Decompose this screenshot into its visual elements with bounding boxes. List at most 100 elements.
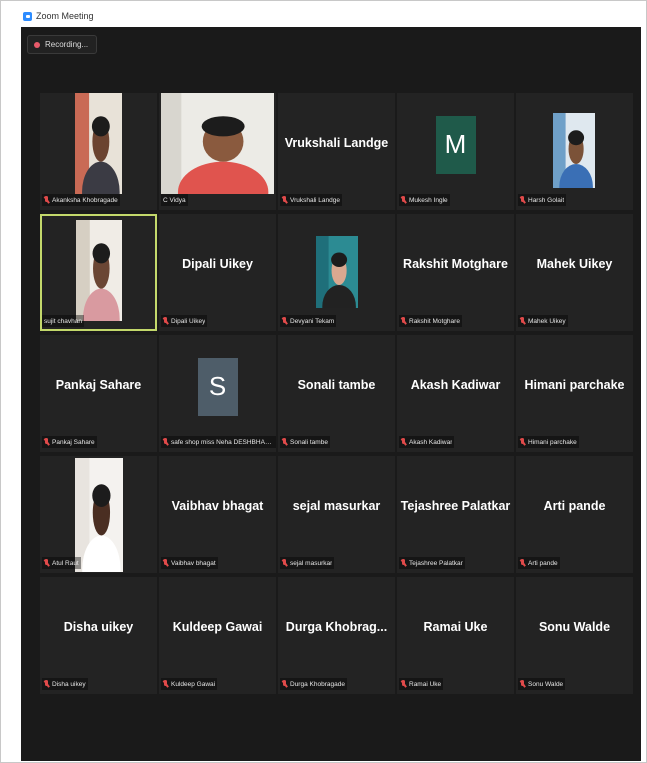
muted-mic-icon <box>520 680 526 688</box>
participant-name: sejal masurkar <box>290 559 333 567</box>
participant-name: safe shop miss Neha DESHBHART... <box>171 438 276 446</box>
muted-mic-icon <box>282 559 288 567</box>
muted-mic-icon <box>163 680 169 688</box>
participant-name: Pankaj Sahare <box>52 438 95 446</box>
participant-name-label: Durga Khobragade <box>280 678 347 690</box>
participant-tile[interactable]: Arti pande Arti pande <box>516 456 633 573</box>
participant-display-name: Himani parchake <box>524 377 625 392</box>
zoom-app-icon <box>23 11 32 21</box>
participant-video <box>75 93 122 194</box>
participant-tile[interactable]: Kuldeep Gawai Kuldeep Gawai <box>159 577 276 694</box>
participant-display-name: Vrukshali Landge <box>284 135 389 150</box>
participant-display-name: Akash Kadiwar <box>410 377 501 392</box>
participant-name: Durga Khobragade <box>290 680 345 688</box>
participant-display-name: Rakshit Motghare <box>403 256 508 271</box>
participant-display-name: Disha uikey <box>63 619 134 634</box>
muted-mic-icon <box>44 559 50 567</box>
participant-name-label: Rakshit Motghare <box>399 315 462 327</box>
participant-tile[interactable]: Akash Kadiwar Akash Kadiwar <box>397 335 514 452</box>
participant-tile[interactable]: Vaibhav bhagat Vaibhav bhagat <box>159 456 276 573</box>
participant-name-label: Akanksha Khobragade <box>42 194 120 206</box>
participant-name-label: safe shop miss Neha DESHBHART... <box>161 436 276 448</box>
participant-display-name: Kuldeep Gawai <box>172 619 263 634</box>
participant-display-name: Tejashree Palatkar <box>400 498 511 513</box>
participant-tile[interactable]: M Mukesh Ingle <box>397 93 514 210</box>
participant-name: Vrukshali Landge <box>290 196 340 204</box>
participant-name: Mahek Uikey <box>528 317 566 325</box>
participant-display-name: Sonu Walde <box>538 619 611 634</box>
participant-tile[interactable]: sujit chavhan <box>40 214 157 331</box>
participant-tile[interactable]: C Vidya <box>159 93 276 210</box>
participant-tile[interactable]: Pankaj Sahare Pankaj Sahare <box>40 335 157 452</box>
participant-name-label: Atul Raut <box>42 557 81 569</box>
participant-display-name: Pankaj Sahare <box>55 377 142 392</box>
participant-name: Rakshit Motghare <box>409 317 460 325</box>
participant-name: Disha uikey <box>52 680 86 688</box>
recording-label: Recording... <box>45 40 89 49</box>
participant-tile[interactable]: Sonali tambe Sonali tambe <box>278 335 395 452</box>
participant-tile[interactable]: Ssafe shop miss Neha DESHBHART... <box>159 335 276 452</box>
muted-mic-icon <box>282 317 288 325</box>
participant-tile[interactable]: Sonu Walde Sonu Walde <box>516 577 633 694</box>
participant-display-name: Vaibhav bhagat <box>171 498 264 513</box>
meeting-window: Recording... Akanksha Khobragade C Vidya V… <box>21 27 641 761</box>
participant-name-label: Dipali Uikey <box>161 315 208 327</box>
participant-name-label: Pankaj Sahare <box>42 436 97 448</box>
record-icon <box>34 41 40 48</box>
participant-name: Kuldeep Gawai <box>171 680 216 688</box>
participant-tile[interactable]: Ramai Uke Ramai Uke <box>397 577 514 694</box>
participant-tile[interactable]: sejal masurkar sejal masurkar <box>278 456 395 573</box>
participant-tile[interactable]: Atul Raut <box>40 456 157 573</box>
participant-name: Devyani Tekam <box>290 317 335 325</box>
muted-mic-icon <box>282 680 288 688</box>
participant-name: Mukesh Ingle <box>409 196 448 204</box>
participant-tile[interactable]: Akanksha Khobragade <box>40 93 157 210</box>
participant-name: Vaibhav bhagat <box>171 559 216 567</box>
participant-photo <box>316 236 358 308</box>
participant-display-name: Arti pande <box>543 498 606 513</box>
participant-tile[interactable]: Vrukshali Landge Vrukshali Landge <box>278 93 395 210</box>
muted-mic-icon <box>44 438 50 446</box>
participant-name-label: Tejashree Palatkar <box>399 557 465 569</box>
participant-name: Ramai Uke <box>409 680 442 688</box>
muted-mic-icon <box>401 680 407 688</box>
participant-name: Sonu Walde <box>528 680 564 688</box>
participant-name-label: Sonali tambe <box>280 436 330 448</box>
participant-tile[interactable]: Rakshit Motghare Rakshit Motghare <box>397 214 514 331</box>
participant-tile[interactable]: Disha uikey Disha uikey <box>40 577 157 694</box>
participant-name-label: sujit chavhan <box>42 315 84 327</box>
participant-name-label: C Vidya <box>161 194 188 206</box>
participant-name-label: Arti pande <box>518 557 560 569</box>
participant-tile[interactable]: Durga Khobrag... Durga Khobragade <box>278 577 395 694</box>
participant-tile[interactable]: Harsh Golait <box>516 93 633 210</box>
participant-tile[interactable]: Himani parchake Himani parchake <box>516 335 633 452</box>
recording-indicator[interactable]: Recording... <box>27 35 98 54</box>
participant-tile[interactable]: Mahek Uikey Mahek Uikey <box>516 214 633 331</box>
muted-mic-icon <box>401 559 407 567</box>
participant-name-label: Mahek Uikey <box>518 315 568 327</box>
participant-video <box>75 458 123 572</box>
participant-name: Sonali tambe <box>290 438 328 446</box>
muted-mic-icon <box>520 559 526 567</box>
muted-mic-icon <box>44 196 50 204</box>
participant-video <box>161 93 274 194</box>
participant-display-name: sejal masurkar <box>292 498 381 513</box>
participant-name: Akanksha Khobragade <box>52 196 118 204</box>
participant-display-name: Sonali tambe <box>297 377 376 392</box>
participant-photo <box>553 113 595 188</box>
participant-tile[interactable]: Devyani Tekam <box>278 214 395 331</box>
participant-name: Harsh Golait <box>528 196 565 204</box>
participant-name-label: Disha uikey <box>42 678 88 690</box>
participant-tile[interactable]: Tejashree Palatkar Tejashree Palatkar <box>397 456 514 573</box>
participant-name-label: Kuldeep Gawai <box>161 678 218 690</box>
participant-name-label: Devyani Tekam <box>280 315 337 327</box>
muted-mic-icon <box>401 196 407 204</box>
participant-video <box>76 220 122 321</box>
muted-mic-icon <box>163 317 169 325</box>
window-title: Zoom Meeting <box>36 11 94 21</box>
muted-mic-icon <box>520 317 526 325</box>
title-bar: Zoom Meeting <box>21 6 641 26</box>
participant-name-label: Mukesh Ingle <box>399 194 450 206</box>
participant-display-name: Mahek Uikey <box>536 256 613 271</box>
participant-tile[interactable]: Dipali Uikey Dipali Uikey <box>159 214 276 331</box>
